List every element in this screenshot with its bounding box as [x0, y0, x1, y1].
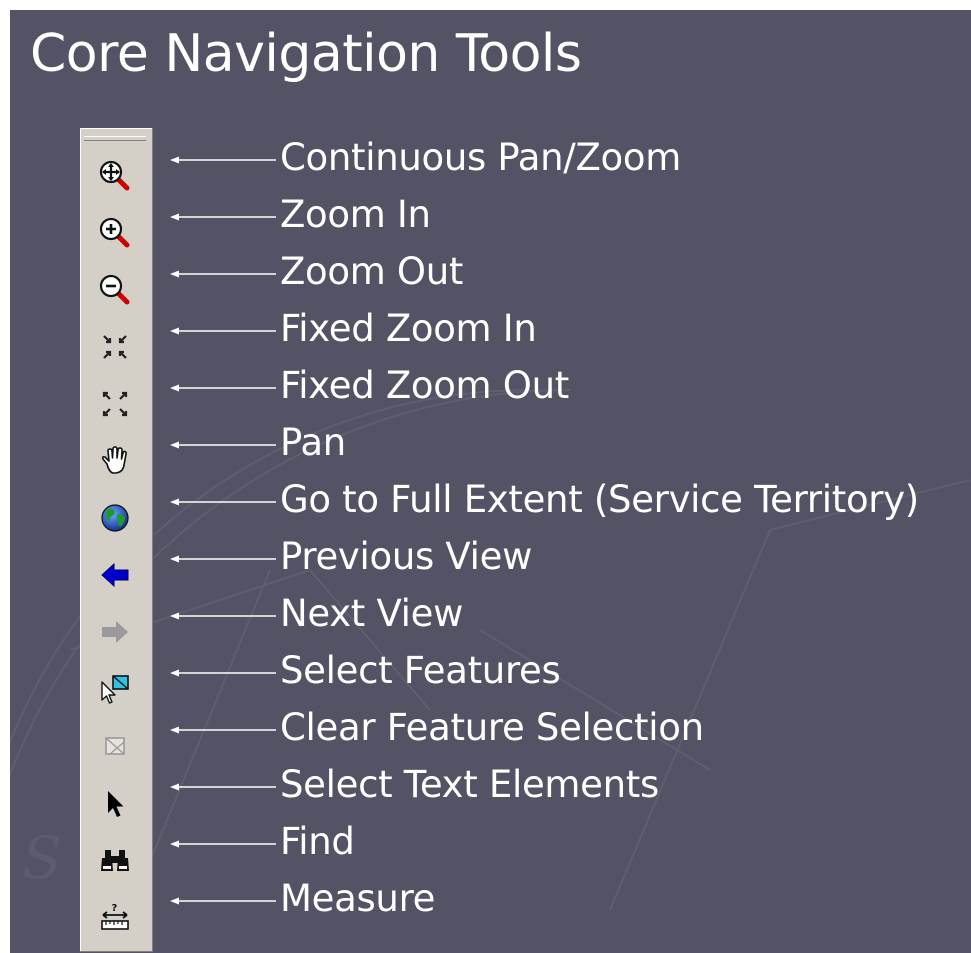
tool-label: Previous View	[280, 535, 533, 578]
tool-label: Select Features	[280, 649, 561, 692]
slide: S Core Navigation Tools ? Continuous Pan…	[10, 10, 971, 953]
tool-label: Go to Full Extent (Service Territory)	[280, 478, 919, 521]
callout-arrowhead	[170, 612, 179, 620]
callout-arrowhead	[170, 441, 179, 449]
tool-label: Fixed Zoom In	[280, 307, 537, 350]
tool-label: Clear Feature Selection	[280, 706, 704, 749]
callout-arrowhead	[170, 327, 179, 335]
callout-arrowhead	[170, 384, 179, 392]
tool-label: Zoom Out	[280, 250, 464, 293]
callout-arrowhead	[170, 897, 179, 905]
tool-label: Fixed Zoom Out	[280, 364, 569, 407]
callout-arrowhead	[170, 555, 179, 563]
tool-label: Measure	[280, 877, 436, 920]
tool-label: Find	[280, 820, 355, 863]
tool-label: Next View	[280, 592, 464, 635]
tool-label: Pan	[280, 421, 346, 464]
callout-arrowhead	[170, 726, 179, 734]
callout-arrowhead	[170, 840, 179, 848]
callout-arrowhead	[170, 156, 179, 164]
tool-label: Select Text Elements	[280, 763, 659, 806]
tool-label: Zoom In	[280, 193, 431, 236]
callout-arrowhead	[170, 669, 179, 677]
callout-arrowhead	[170, 498, 179, 506]
callout-arrowhead	[170, 783, 179, 791]
callout-arrowhead	[170, 270, 179, 278]
tool-label: Continuous Pan/Zoom	[280, 136, 681, 179]
callout-arrowhead	[170, 213, 179, 221]
